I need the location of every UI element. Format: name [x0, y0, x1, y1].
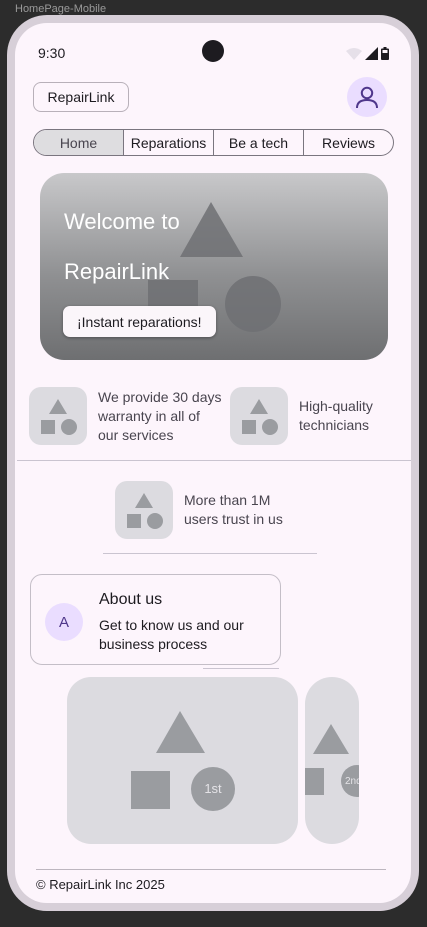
carousel-item-label: 2nd: [345, 776, 359, 787]
footer-divider: [36, 869, 386, 870]
carousel-placeholder-shapes: [131, 711, 235, 811]
hero-title-line2: RepairLink: [64, 259, 170, 284]
screen: 9:30 RepairLink Home Reparations Be a te…: [15, 23, 411, 903]
shapes-placeholder-icon: [230, 387, 288, 445]
tab-home[interactable]: Home: [34, 130, 124, 155]
feature-warranty: We provide 30 days warranty in all of ou…: [29, 387, 223, 445]
hero-title: Welcome to RepairLink: [64, 197, 244, 297]
hero-title-line1: Welcome to: [64, 209, 180, 234]
divider: [103, 553, 317, 554]
shapes-placeholder-icon: [115, 481, 173, 539]
frame-label: HomePage-Mobile: [15, 3, 107, 15]
about-subtitle: Get to know us and our business process: [99, 617, 244, 652]
footer-copyright: © RepairLink Inc 2025: [36, 877, 165, 892]
brand-button[interactable]: RepairLink: [33, 82, 129, 112]
status-time: 9:30: [38, 45, 66, 61]
phone-frame: 9:30 RepairLink Home Reparations Be a te…: [7, 15, 419, 911]
cellular-icon: [365, 47, 378, 60]
feature-technicians: High-quality technicians: [230, 387, 389, 445]
instant-reparations-button[interactable]: ¡Instant reparations!: [63, 306, 216, 337]
camera-cutout: [202, 40, 224, 62]
battery-icon: [381, 47, 389, 60]
carousel-item[interactable]: 1st: [67, 677, 298, 844]
feature-technicians-text: High-quality technicians: [299, 398, 373, 433]
person-icon: [356, 86, 378, 109]
account-button[interactable]: [347, 77, 387, 117]
tab-be-a-tech[interactable]: Be a tech: [214, 130, 304, 155]
feature-trust: More than 1M users trust in us: [115, 481, 299, 539]
feature-warranty-text: We provide 30 days warranty in all of ou…: [98, 388, 222, 443]
about-title: About us: [99, 591, 163, 608]
carousel-item-label: 1st: [204, 781, 222, 796]
about-avatar: A: [45, 603, 83, 641]
status-icons: [346, 47, 389, 60]
carousel-placeholder-shapes: [305, 724, 359, 797]
tab-reviews[interactable]: Reviews: [304, 130, 393, 155]
about-us-card[interactable]: A About us Get to know us and our busine…: [30, 574, 281, 665]
shapes-placeholder-icon: [29, 387, 87, 445]
feature-trust-text: More than 1M users trust in us: [184, 492, 283, 527]
divider: [203, 668, 279, 669]
wifi-icon: [346, 48, 362, 60]
divider: [17, 460, 411, 461]
carousel-item[interactable]: 2nd: [305, 677, 359, 844]
tab-reparations[interactable]: Reparations: [124, 130, 214, 155]
hero-banner: Welcome to RepairLink ¡Instant reparatio…: [40, 173, 388, 360]
nav-tabs: Home Reparations Be a tech Reviews: [33, 129, 394, 156]
